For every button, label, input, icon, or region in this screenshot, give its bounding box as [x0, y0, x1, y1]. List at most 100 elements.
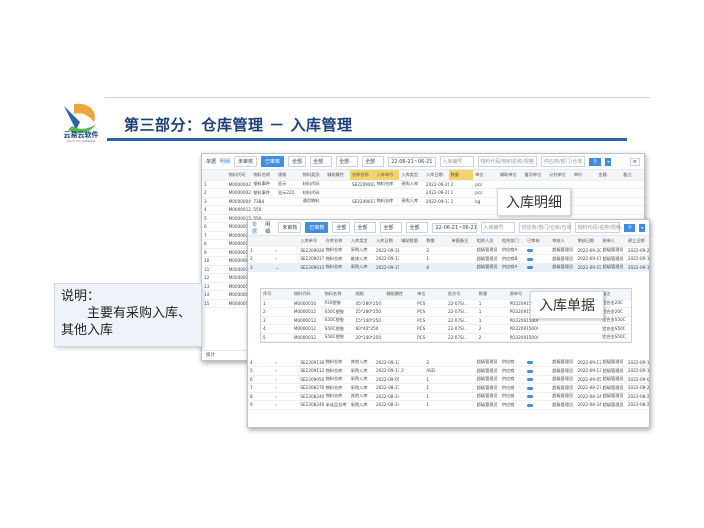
supplier-search-input[interactable]: 供应商/部门/仓库: [540, 156, 586, 167]
column-header[interactable]: 备用单位: [522, 170, 548, 181]
table-cell: 超级管理员: [474, 375, 500, 384]
menu-icon[interactable]: ≡: [629, 157, 640, 166]
column-header[interactable]: 仓库名称: [349, 170, 375, 181]
material-search-input[interactable]: 物料代码/名称/规格: [574, 222, 621, 233]
table-cell: SE22091300001: [298, 358, 324, 367]
table-cell: 采购入库: [348, 400, 374, 410]
column-header[interactable]: 物料类别: [300, 170, 326, 181]
table-cell: 2022-09-13: [373, 366, 400, 376]
doc-view-toggle[interactable]: 单据: [206, 158, 216, 165]
column-header[interactable]: 物料名称: [322, 289, 354, 300]
column-header[interactable]: 单位: [415, 289, 446, 300]
column-header[interactable]: 序号: [261, 289, 292, 300]
column-header[interactable]: 入库日期: [373, 236, 400, 247]
column-header[interactable]: 审核日期: [575, 236, 601, 247]
table-row[interactable]: 5 M0000012 S50C塑胶 20*140*250 PCS 22-07S/... 2 P…: [261, 333, 631, 342]
column-header[interactable]: 规格: [275, 170, 301, 181]
tab-unreviewed[interactable]: 未审核: [278, 222, 302, 233]
table-row[interactable]: 1M0000002塑料事件显示材料代码 SE22090020001物料仓库采购入库…: [202, 180, 644, 189]
detail-view-toggle[interactable]: 明细: [220, 158, 230, 165]
column-header[interactable]: 辅助数量: [399, 236, 425, 247]
table-cell: 超级管理员: [474, 400, 500, 410]
table-cell: 供应商: [499, 392, 526, 401]
table-row[interactable]: 6›SE22090500001物料仓库采购入库2022-09-051超级管理员供…: [248, 375, 649, 384]
column-header[interactable]: 制单人: [600, 236, 626, 247]
tab-unreviewed[interactable]: 未审核: [234, 156, 258, 167]
tab-reviewed[interactable]: 已审核: [305, 222, 329, 233]
inbound-number-input[interactable]: 入库编号: [480, 222, 515, 233]
supplier-search-input[interactable]: 供应商/部门/仓库/仓库: [518, 222, 572, 233]
column-header[interactable]: 数量: [448, 170, 474, 181]
material-search-input[interactable]: 物料代码/物料名称/规格: [477, 156, 537, 167]
table-row[interactable]: 4 M0000012 550: [202, 205, 644, 215]
column-header[interactable]: 辅助属性: [325, 170, 350, 181]
column-header[interactable]: 物料名称: [251, 170, 276, 181]
tab-all[interactable]: 全部: [288, 156, 307, 167]
filter-select-3[interactable]: 全部: [362, 156, 385, 167]
column-header[interactable]: 规格: [353, 289, 385, 300]
column-header[interactable]: 仓库名称: [323, 236, 349, 247]
date-range-input[interactable]: 22-06-21~06-21: [388, 156, 436, 167]
table-row[interactable]: 8›SE22082400003物料仓库其他入库2022-08-241超级管理员供…: [248, 392, 649, 401]
column-header[interactable]: 相关部门: [499, 236, 526, 247]
table-row[interactable]: 4›SE22091300001物料仓库其他入库2022-09-132超级管理员供…: [248, 358, 649, 367]
filter-select-2[interactable]: 全部: [380, 222, 403, 233]
table-row[interactable]: 3⌄SE22090150001物料仓库采购入库2022-09-158超级管理员供…: [248, 263, 649, 272]
table-cell: 3: [261, 316, 292, 325]
filter-select-2[interactable]: 全部: [336, 156, 359, 167]
search-icon[interactable]: ⚲: [624, 223, 636, 232]
column-header[interactable]: [273, 236, 299, 247]
table-row[interactable]: 5›SE22091120002物料仓库采购入库2022-09-132ASD超级管…: [248, 366, 649, 376]
column-header[interactable]: 批次号: [445, 289, 477, 300]
table-cell: 供应商: [499, 375, 526, 384]
column-header[interactable]: 入库类型: [399, 170, 424, 181]
detail-view-toggle[interactable]: 明细: [265, 221, 274, 235]
table-cell: 半成品仓库: [323, 400, 349, 410]
table-row[interactable]: 2 M0000002 塑料事件 显示222 材料代码 2022-09-20 1 pcs: [202, 188, 644, 198]
search-dropdown-icon[interactable]: ▾: [639, 223, 645, 232]
date-range-input[interactable]: 22-06-21~06-21: [432, 222, 477, 233]
column-header[interactable]: [202, 170, 227, 181]
column-header[interactable]: 计划单位: [547, 170, 572, 181]
table-row[interactable]: 2›SE22090170002物料仓库维修入库2022-09-171超级管理员供…: [248, 254, 649, 264]
inbound-number-input[interactable]: 入库编号: [439, 156, 474, 167]
column-header[interactable]: 辅助单位: [497, 170, 523, 181]
column-header[interactable]: 入库日期: [423, 170, 449, 181]
table-row[interactable]: 3M000000473B4 通用物料 SE22090170002物料仓库采购入库20…: [202, 197, 644, 206]
column-header[interactable]: [248, 236, 274, 247]
column-header[interactable]: 建立日期: [625, 236, 649, 247]
filter-select-3[interactable]: 全部: [406, 222, 429, 233]
tab-reviewed[interactable]: 已审核: [261, 156, 285, 167]
table-row[interactable]: 1›SE22090200001物料仓库采购入库2022-09-202超级管理员供…: [248, 246, 649, 255]
table-cell: [349, 188, 375, 198]
table-cell: 8: [424, 263, 450, 272]
search-icon[interactable]: ⚲: [589, 157, 602, 166]
table-cell: 25*280*250: [353, 307, 385, 317]
column-header[interactable]: 数量: [424, 236, 450, 247]
column-header[interactable]: 物料代码: [226, 170, 252, 181]
column-header[interactable]: 物料代码: [291, 289, 323, 300]
column-header[interactable]: 入库单号: [298, 236, 324, 247]
column-header[interactable]: 审核人: [550, 236, 576, 247]
table-row[interactable]: 9›SE22082400002半成品仓库采购入库2022-08-241超级管理员…: [248, 400, 649, 410]
table-row[interactable]: 4 M0000012 S50C塑胶 60*40*250 PCS 22-07S/... 2 PO…: [261, 324, 631, 334]
column-header[interactable]: 入库单号: [374, 170, 400, 181]
column-header[interactable]: 备注: [621, 170, 644, 181]
column-header[interactable]: 单价: [571, 170, 597, 181]
table-row[interactable]: 7›SE22082700001物料仓库采购入库2022-08-271超级管理员供…: [248, 383, 649, 393]
column-header[interactable]: 入库类型: [348, 236, 374, 247]
column-header[interactable]: 辅助属性: [384, 289, 416, 300]
column-header[interactable]: 单据备注: [449, 236, 475, 247]
column-header[interactable]: 金额: [596, 170, 622, 181]
column-header[interactable]: 数量: [476, 289, 508, 300]
column-header[interactable]: 相关人员: [474, 236, 500, 247]
search-dropdown-icon[interactable]: ▾: [605, 157, 612, 166]
filter-select-1[interactable]: 全部: [310, 156, 333, 167]
column-header[interactable]: 备注: [600, 289, 631, 300]
column-header[interactable]: 单位: [473, 170, 498, 181]
tab-all[interactable]: 全部: [332, 222, 351, 233]
doc-view-toggle[interactable]: 单据: [252, 221, 261, 235]
filter-select-1[interactable]: 全部: [354, 222, 377, 233]
table-cell: 1: [424, 375, 450, 384]
column-header[interactable]: 已审核: [525, 236, 551, 247]
